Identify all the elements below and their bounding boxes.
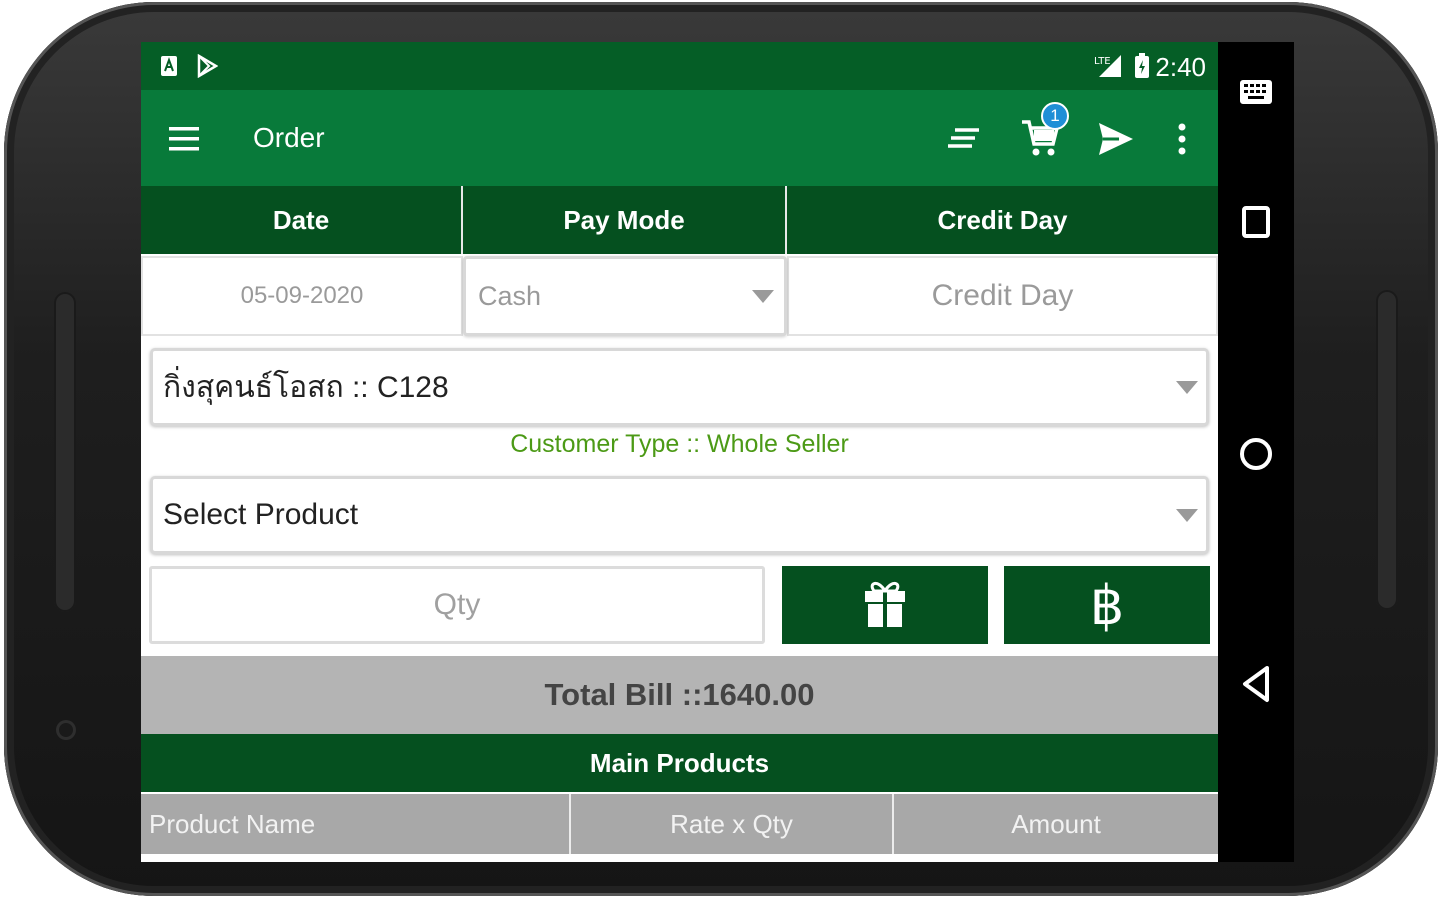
cart-button[interactable]: 1 — [1015, 102, 1069, 164]
list-icon[interactable] — [939, 114, 989, 164]
status-time: 2:40 — [1155, 52, 1206, 82]
hamburger-menu-icon[interactable] — [159, 114, 209, 164]
header-date: Date — [141, 186, 463, 254]
col-rate-qty: Rate x Qty — [571, 794, 894, 854]
chevron-down-icon — [1176, 381, 1198, 394]
order-header-row: Date Pay Mode Credit Day — [141, 186, 1218, 254]
app-toolbar: Order 1 — [141, 90, 1218, 186]
product-dropdown[interactable]: Select Product — [150, 476, 1209, 554]
order-app: LTE 2:40 Order 1 Date Pay Mode Credit Da… — [141, 42, 1218, 862]
customer-dropdown[interactable]: กิ่งสุคนธ์โอสถ :: C128 — [150, 348, 1209, 426]
front-camera — [56, 720, 76, 740]
notification-a-icon — [159, 54, 179, 78]
total-bill: Total Bill ::1640.00 — [141, 656, 1218, 734]
customer-type-label: Customer Type :: Whole Seller — [510, 430, 849, 458]
play-store-icon — [195, 54, 219, 78]
status-bar: LTE 2:40 — [141, 42, 1218, 90]
col-amount: Amount — [1011, 808, 1101, 839]
home-circle-icon[interactable] — [1218, 424, 1294, 484]
header-pay-mode: Pay Mode — [463, 186, 787, 254]
products-table-header: Product Name Rate x Qty Amount — [141, 794, 1218, 854]
back-triangle-icon[interactable] — [1218, 654, 1294, 714]
price-button[interactable]: ฿ — [1004, 566, 1210, 644]
system-nav-bar — [1218, 42, 1294, 862]
left-speaker — [54, 292, 76, 612]
order-input-row: 05-09-2020 Cash Credit Day — [141, 256, 1218, 336]
cart-badge: 1 — [1041, 102, 1069, 130]
device-screen: LTE 2:40 Order 1 Date Pay Mode Credit Da… — [141, 42, 1294, 862]
keyboard-icon[interactable] — [1218, 62, 1294, 122]
recents-square-icon[interactable] — [1218, 192, 1294, 252]
chevron-down-icon — [752, 290, 774, 303]
send-icon[interactable] — [1091, 114, 1141, 164]
qty-input[interactable]: Qty — [149, 566, 765, 644]
main-products-title: Main Products — [141, 734, 1218, 792]
signal-lte-icon: LTE — [1093, 54, 1123, 78]
battery-icon — [1133, 53, 1151, 78]
baht-icon: ฿ — [1089, 575, 1125, 636]
product-placeholder: Select Product — [163, 498, 359, 531]
right-speaker — [1376, 290, 1398, 610]
chevron-down-icon — [1176, 509, 1198, 522]
customer-value: กิ่งสุคนธ์โอสถ :: C128 — [163, 370, 449, 404]
pay-mode-dropdown[interactable]: Cash — [463, 256, 787, 336]
page-title: Order — [253, 122, 325, 153]
header-credit-day: Credit Day — [937, 204, 1068, 235]
pay-mode-value: Cash — [478, 280, 542, 311]
more-vert-icon[interactable] — [1157, 114, 1207, 164]
gift-button[interactable] — [782, 566, 988, 644]
date-field[interactable]: 05-09-2020 — [141, 256, 463, 336]
gift-icon — [862, 577, 908, 634]
col-product-name: Product Name — [141, 794, 571, 854]
credit-day-field[interactable]: Credit Day — [787, 256, 1218, 336]
svg-text:LTE: LTE — [1094, 56, 1111, 67]
